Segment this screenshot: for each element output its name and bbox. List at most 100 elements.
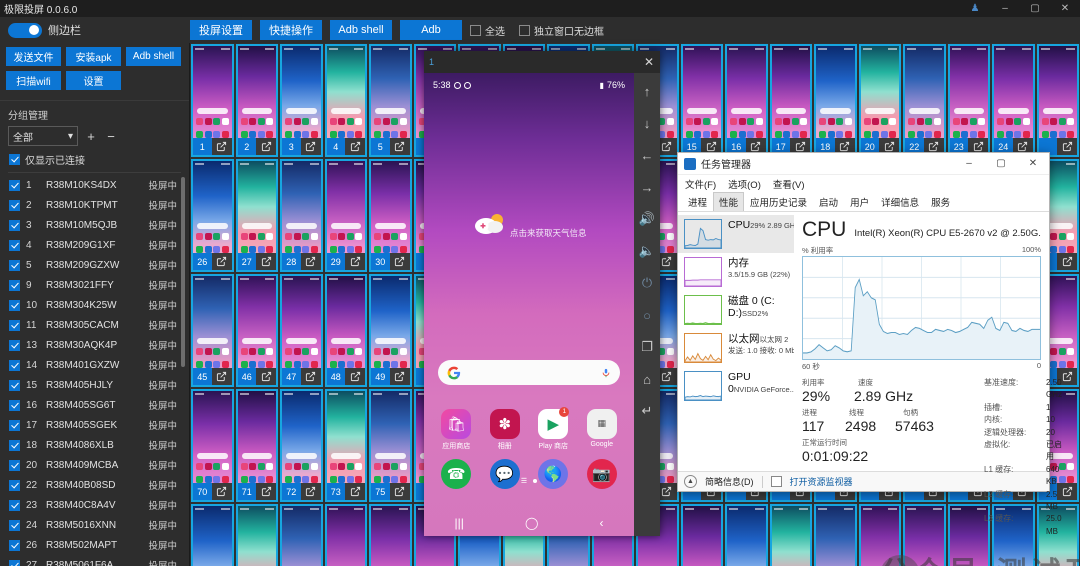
back-icon[interactable]: ↵ — [634, 395, 660, 427]
thumb-index[interactable]: 49 — [371, 368, 390, 385]
thumb-index[interactable]: 73 — [326, 483, 345, 500]
app-phone[interactable]: ☎ — [437, 458, 475, 489]
device-row[interactable]: 24 R38M5016XNN 投屏中 — [0, 515, 189, 535]
app-play-store[interactable]: ▶ 1 Play 商店 — [534, 406, 572, 451]
external-link-icon[interactable] — [345, 483, 365, 500]
external-link-icon[interactable] — [212, 368, 232, 385]
device-thumbnail[interactable]: 73 — [324, 389, 367, 502]
settings-button[interactable]: 设置 — [66, 71, 121, 90]
recents-icon[interactable]: ❐ — [634, 331, 660, 363]
device-thumbnail[interactable]: 48 — [324, 274, 367, 387]
thumb-index[interactable]: 71 — [237, 483, 256, 500]
device-thumbnail[interactable]: 98 — [235, 504, 278, 566]
device-thumbnail[interactable]: 20 — [858, 44, 901, 157]
device-row[interactable]: 2 R38M10KTPMT 投屏中 — [0, 195, 189, 215]
device-checkbox[interactable] — [9, 419, 20, 431]
device-thumbnail[interactable]: 70 — [191, 389, 234, 502]
volume-up-icon[interactable]: 🔊 — [634, 203, 660, 235]
resource-item-内存[interactable]: 内存3.5/15.9 GB (22%) — [678, 253, 794, 291]
device-row[interactable]: 14 R38M401GXZW 投屏中 — [0, 355, 189, 375]
device-row[interactable]: 17 R38M405SGEK 投屏中 — [0, 415, 189, 435]
remove-group-button[interactable]: − — [104, 127, 118, 145]
device-row[interactable]: 13 R38M30AQK4P 投屏中 — [0, 335, 189, 355]
user-account-icon[interactable]: ♟ — [960, 0, 990, 17]
group-select[interactable]: 全部 ▾ — [8, 126, 78, 146]
device-thumbnail[interactable]: 108 — [680, 504, 723, 566]
resource-item-CPU[interactable]: CPU29% 2.89 GHz — [678, 215, 794, 253]
device-thumbnail[interactable]: 49 — [369, 274, 412, 387]
thumb-index[interactable]: 46 — [237, 368, 256, 385]
sidebar-toggle[interactable]: 侧边栏 — [0, 17, 190, 43]
device-thumbnail[interactable]: 97 — [191, 504, 234, 566]
thumb-index[interactable]: 28 — [282, 253, 301, 270]
weather-widget[interactable]: 点击来获取天气信息 — [424, 212, 634, 241]
app-google-folder[interactable]: ▦ Google — [583, 408, 621, 451]
device-list-scrollbar[interactable] — [181, 177, 185, 367]
thumb-index[interactable]: 5 — [371, 138, 390, 155]
thumb-index[interactable]: 4 — [326, 138, 345, 155]
tab-服务[interactable]: 服务 — [925, 192, 956, 211]
thumb-index[interactable]: 29 — [326, 253, 345, 270]
device-row[interactable]: 3 R38M10M5QJB 投屏中 — [0, 215, 189, 235]
device-checkbox[interactable] — [9, 179, 20, 191]
device-checkbox[interactable] — [9, 199, 20, 211]
device-thumbnail[interactable]: 26 — [191, 159, 234, 272]
arrow-down-icon[interactable]: ↓ — [634, 107, 660, 139]
microphone-icon[interactable] — [601, 366, 611, 380]
home-icon[interactable]: ⌂ — [634, 363, 660, 395]
external-link-icon[interactable] — [212, 483, 232, 500]
tab-进程[interactable]: 进程 — [682, 192, 713, 211]
adb-shell-button[interactable]: Adb shell — [330, 20, 392, 40]
device-checkbox[interactable] — [9, 219, 20, 231]
external-link-icon[interactable] — [212, 138, 232, 155]
external-link-icon[interactable] — [390, 138, 410, 155]
summary-view-button[interactable]: 简略信息(D) — [705, 475, 754, 488]
device-thumbnail[interactable]: 109 — [725, 504, 768, 566]
external-link-icon[interactable] — [345, 138, 365, 155]
device-row[interactable]: 22 R38M40B08SD 投屏中 — [0, 475, 189, 495]
device-checkbox[interactable] — [9, 479, 20, 491]
scan-wifi-button[interactable]: 扫描wifi — [6, 71, 61, 90]
device-row[interactable]: 9 R38M3021FFY 投屏中 — [0, 275, 189, 295]
tab-用户[interactable]: 用户 — [844, 192, 875, 211]
device-checkbox[interactable] — [9, 379, 20, 391]
device-row[interactable]: 20 R38M409MCBA 投屏中 — [0, 455, 189, 475]
close-button[interactable]: ✕ — [1050, 0, 1080, 17]
external-link-icon[interactable] — [390, 368, 410, 385]
device-thumbnail[interactable]: 24 — [992, 44, 1035, 157]
external-link-icon[interactable] — [301, 138, 321, 155]
device-thumbnail[interactable]: 45 — [191, 274, 234, 387]
thumb-index[interactable]: 75 — [371, 483, 390, 500]
screen-light-icon[interactable]: ○ — [634, 299, 660, 331]
thumb-index[interactable]: 45 — [193, 368, 212, 385]
menu-view[interactable]: 查看(V) — [773, 177, 805, 191]
tm-maximize-button[interactable]: ▢ — [985, 153, 1017, 175]
add-group-button[interactable]: + — [84, 127, 98, 145]
device-checkbox[interactable] — [9, 519, 20, 531]
device-list[interactable]: 1 R38M10KS4DX 投屏中 2 R38M10KTPMT 投屏中 3 R38M10M5Q… — [0, 173, 189, 566]
device-thumbnail[interactable]: 100 — [324, 504, 367, 566]
arrow-up-icon[interactable]: ↑ — [634, 75, 660, 107]
device-thumbnail[interactable]: 29 — [324, 159, 367, 272]
external-link-icon[interactable] — [390, 253, 410, 270]
device-thumbnail[interactable]: 2 — [235, 44, 278, 157]
device-thumbnail[interactable]: 28 — [280, 159, 323, 272]
connected-filter-box[interactable] — [9, 154, 20, 165]
device-thumbnail[interactable]: 16 — [725, 44, 768, 157]
arrow-right-icon[interactable]: → — [634, 171, 660, 203]
device-checkbox[interactable] — [9, 439, 20, 451]
device-thumbnail[interactable]: 1 — [191, 44, 234, 157]
device-thumbnail[interactable]: 3 — [280, 44, 323, 157]
device-row[interactable]: 18 R38M4086XLB 投屏中 — [0, 435, 189, 455]
thumb-index[interactable]: 3 — [282, 138, 301, 155]
device-row[interactable]: 11 R38M305CACM 投屏中 — [0, 315, 189, 335]
resource-item-磁盘 0 (C: D:)[interactable]: 磁盘 0 (C: D:)SSD2% — [678, 291, 794, 329]
external-link-icon[interactable] — [1057, 253, 1077, 270]
app-messages[interactable]: 💬 — [486, 458, 524, 489]
thumb-index[interactable]: 72 — [282, 483, 301, 500]
thumb-index[interactable]: 47 — [282, 368, 301, 385]
sidebar-toggle-switch[interactable] — [8, 22, 42, 38]
device-thumbnail[interactable]: 99 — [280, 504, 323, 566]
device-checkbox[interactable] — [9, 539, 20, 551]
menu-options[interactable]: 选项(O) — [728, 177, 761, 191]
